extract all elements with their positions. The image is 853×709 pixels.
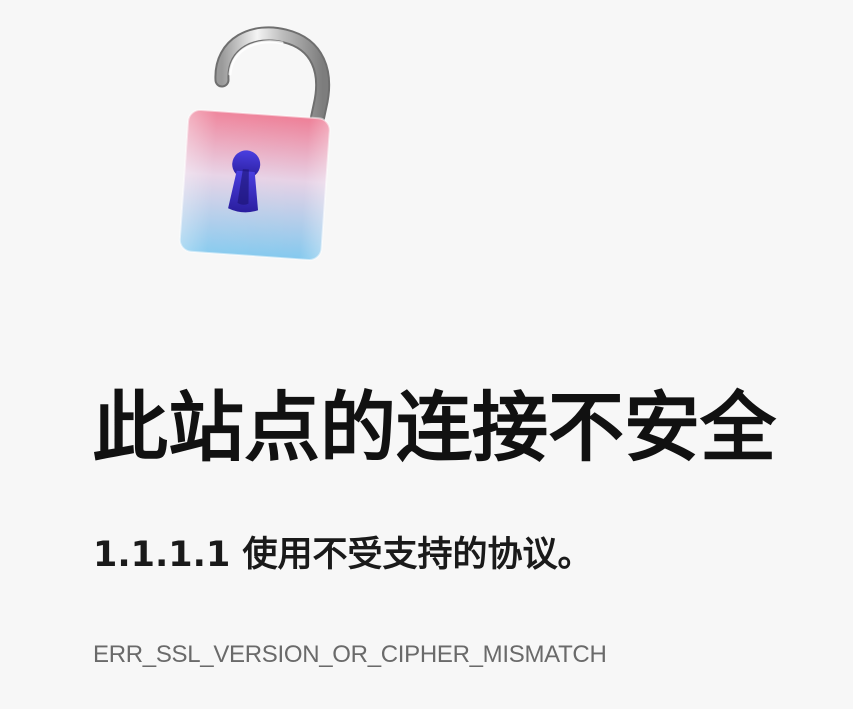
error-description: 1.1.1.1 使用不受支持的协议。 xyxy=(93,535,593,575)
error-code: ERR_SSL_VERSION_OR_CIPHER_MISMATCH xyxy=(93,641,607,668)
unlocked-padlock-icon xyxy=(160,22,350,272)
page-title: 此站点的连接不安全 xyxy=(92,383,776,472)
